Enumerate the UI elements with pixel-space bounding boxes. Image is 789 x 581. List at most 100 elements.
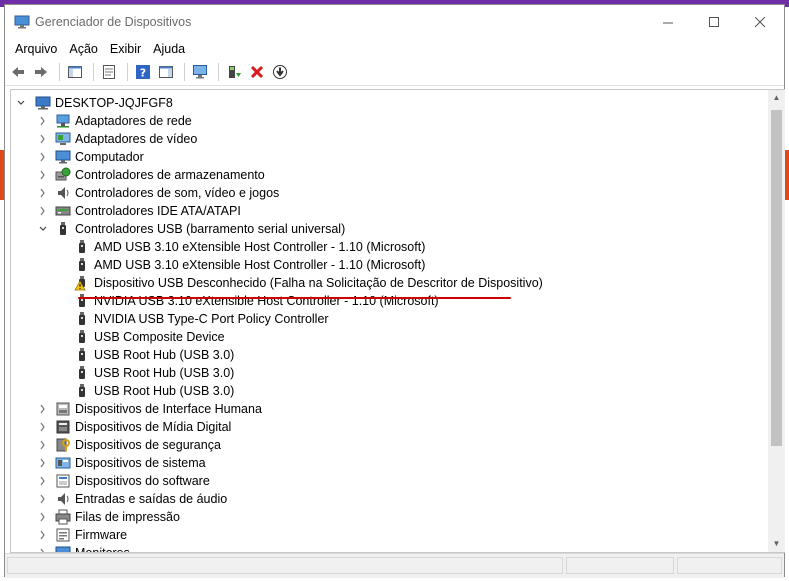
display-device-icon [55,131,71,147]
toolbar-separator [93,63,94,81]
tree-item[interactable]: Filas de impressão [11,508,768,526]
minimize-button[interactable] [645,5,691,39]
tree-item[interactable]: Dispositivos do software [11,472,768,490]
tree-item[interactable]: Controladores de armazenamento [11,166,768,184]
vertical-scrollbar[interactable]: ▲ ▼ [768,89,785,553]
collapse-arrow-icon[interactable] [37,220,49,238]
tree-item[interactable]: DESKTOP-JQJFGF8 [11,94,768,112]
tree-item[interactable]: Entradas e saídas de áudio [11,490,768,508]
tree-item[interactable]: USB Root Hub (USB 3.0) [11,382,768,400]
tree-item[interactable]: USB Root Hub (USB 3.0) [11,346,768,364]
show-hide-console-tree-button[interactable] [65,62,85,82]
expand-arrow-icon[interactable] [37,184,49,202]
back-icon [10,64,26,80]
tree-item-label: Dispositivos de segurança [75,438,221,452]
expand-arrow-icon[interactable] [37,526,49,544]
menu-ajuda[interactable]: Ajuda [147,39,191,59]
tree-item-label: AMD USB 3.10 eXtensible Host Controller … [94,258,426,272]
update-driver-button[interactable] [224,62,244,82]
hid-device-icon [55,401,71,417]
menu-ação[interactable]: Ação [63,39,104,59]
maximize-button[interactable] [691,5,737,39]
tree-item-label: Dispositivos do software [75,474,210,488]
tree-item[interactable]: Monitores [11,544,768,552]
expand-arrow-icon[interactable] [37,472,49,490]
tree-item[interactable]: Dispositivos de Mídia Digital [11,418,768,436]
monitor-device-icon [55,545,71,552]
tree-item-label: Controladores IDE ATA/ATAPI [75,204,241,218]
disable-device-button[interactable] [270,62,290,82]
expand-arrow-icon[interactable] [37,544,49,552]
software-device-icon [55,473,71,489]
expand-arrow-icon[interactable] [37,112,49,130]
tree-item-label: AMD USB 3.10 eXtensible Host Controller … [94,240,426,254]
svg-text:?: ? [140,67,146,80]
help-button[interactable]: ? [133,62,153,82]
tree-item-label: Controladores de armazenamento [75,168,265,182]
tree-item[interactable]: Adaptadores de rede [11,112,768,130]
scan-hardware-button[interactable] [190,62,210,82]
tree-item-label: Dispositivos de sistema [75,456,206,470]
tree-item[interactable]: Dispositivos de Interface Humana [11,400,768,418]
action-pane-button[interactable] [156,62,176,82]
tree-item-label: USB Root Hub (USB 3.0) [94,348,235,362]
tree-item[interactable]: Dispositivos de segurança [11,436,768,454]
usb-device-icon [74,329,90,345]
toolbar-separator [59,63,60,81]
help-icon: ? [135,64,151,80]
storage-device-icon [55,167,71,183]
tree-item-label: Firmware [75,528,128,542]
properties-icon [101,64,117,80]
security-device-icon [55,437,71,453]
device-manager-window: Gerenciador de Dispositivos Arquivo Ação E… [4,4,785,578]
tree-item[interactable]: Computador [11,148,768,166]
scan-hardware-icon [192,64,208,80]
tree-item[interactable]: Controladores de som, vídeo e jogos [11,184,768,202]
tree-item[interactable]: Controladores USB (barramento serial uni… [11,220,768,238]
menu-bar: Arquivo Ação Exibir Ajuda [5,39,784,59]
tree-item[interactable]: NVIDIA USB 3.10 eXtensible Host Controll… [11,292,768,310]
device-tree[interactable]: DESKTOP-JQJFGF8 Adaptadores de rede Adapta… [10,89,768,553]
menu-arquivo[interactable]: Arquivo [9,39,63,59]
expand-arrow-icon[interactable] [37,202,49,220]
tree-item[interactable]: Firmware [11,526,768,544]
disable-device-icon [272,64,288,80]
expand-arrow-icon[interactable] [37,130,49,148]
audio-device-icon [55,491,71,507]
tree-item[interactable]: Dispositivos de sistema [11,454,768,472]
usb-device-icon [55,221,71,237]
tree-item[interactable]: AMD USB 3.10 eXtensible Host Controller … [11,238,768,256]
collapse-arrow-icon[interactable] [15,94,27,112]
tree-item[interactable]: USB Root Hub (USB 3.0) [11,364,768,382]
forward-button[interactable] [31,62,51,82]
expand-arrow-icon[interactable] [37,400,49,418]
show-hide-console-tree-icon [67,64,83,80]
expand-arrow-icon[interactable] [37,454,49,472]
back-button[interactable] [8,62,28,82]
properties-button[interactable] [99,62,119,82]
expand-arrow-icon[interactable] [37,418,49,436]
expand-arrow-icon[interactable] [37,436,49,454]
expand-arrow-icon[interactable] [37,508,49,526]
status-segment-2 [566,557,674,574]
tree-item[interactable]: Controladores IDE ATA/ATAPI [11,202,768,220]
expand-arrow-icon[interactable] [37,166,49,184]
title-bar[interactable]: Gerenciador de Dispositivos [5,5,784,39]
menu-exibir[interactable]: Exibir [104,39,147,59]
scroll-down-button[interactable]: ▼ [768,536,785,552]
tree-item[interactable]: USB Composite Device [11,328,768,346]
tree-item[interactable]: Adaptadores de vídeo [11,130,768,148]
tree-item[interactable]: Dispositivo USB Desconhecido (Falha na S… [11,274,768,292]
close-button[interactable] [737,5,783,39]
scrollbar-thumb[interactable] [771,110,782,446]
expand-arrow-icon[interactable] [37,148,49,166]
usb-device-icon [74,311,90,327]
printer-device-icon [55,509,71,525]
tree-item-label: NVIDIA USB Type-C Port Policy Controller [94,312,329,326]
toolbar-separator [184,63,185,81]
uninstall-device-button[interactable] [247,62,267,82]
expand-arrow-icon[interactable] [37,490,49,508]
tree-item[interactable]: AMD USB 3.10 eXtensible Host Controller … [11,256,768,274]
tree-item[interactable]: NVIDIA USB Type-C Port Policy Controller [11,310,768,328]
scroll-up-button[interactable]: ▲ [768,90,785,106]
